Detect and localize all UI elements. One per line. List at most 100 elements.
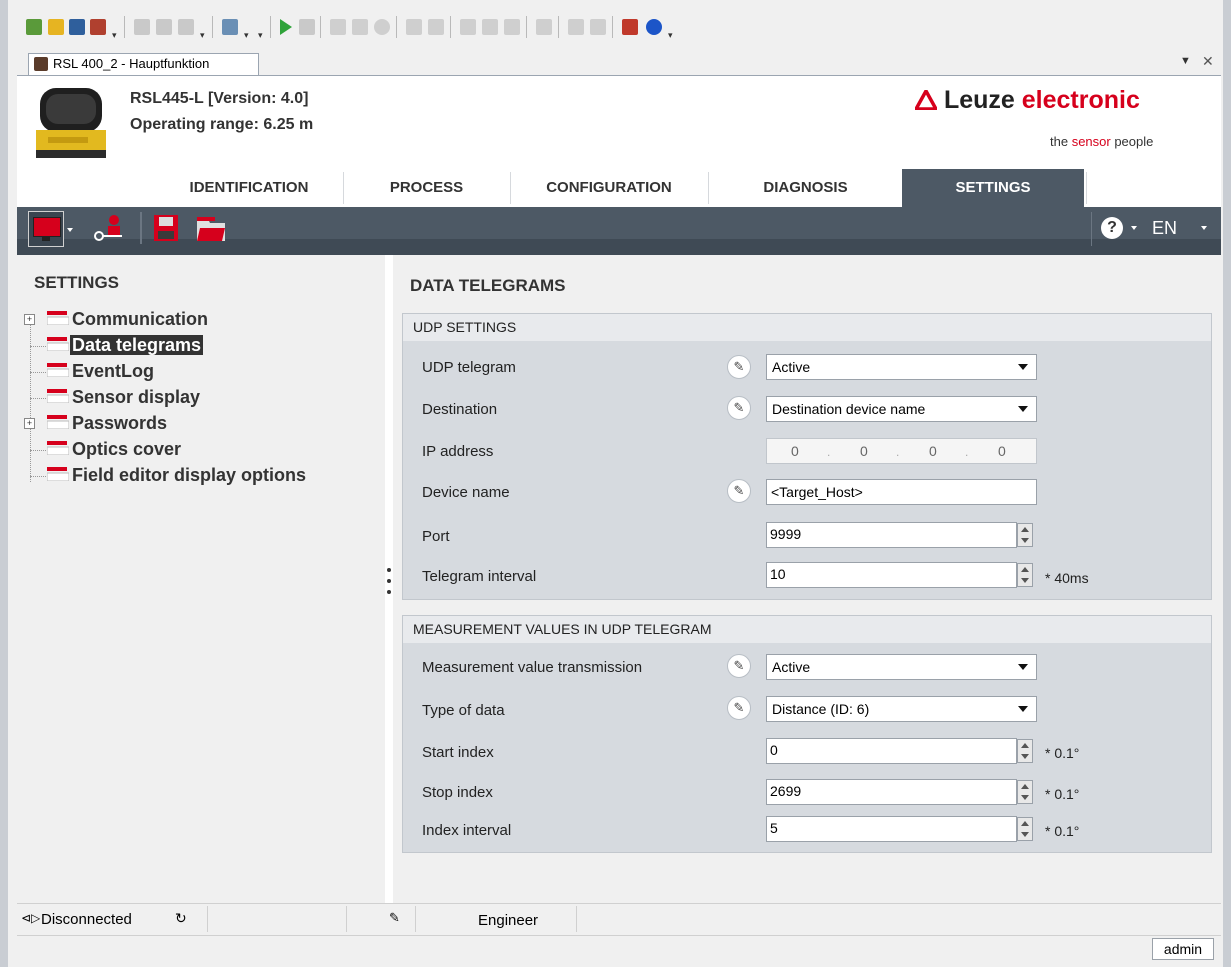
start-index-stepper[interactable] [1017,739,1033,763]
tree-item-label: Data telegrams [70,335,204,355]
edit-mode-icon: ✎ [389,910,400,925]
udp-telegram-label: UDP telegram [422,359,516,376]
select-value: Active [772,659,811,675]
folder-icon [46,415,70,430]
status-separator [207,906,208,932]
search-icon[interactable] [568,19,584,35]
user-key-icon[interactable] [92,214,128,244]
telegram-interval-unit: * 40ms [1045,570,1089,586]
config-c-alt-icon[interactable] [482,19,498,35]
port-label: Port [422,528,450,545]
start-index-input[interactable]: 0 [766,738,1017,764]
index-interval-unit: * 0.1° [1045,823,1080,839]
tab-settings[interactable]: SETTINGS [902,169,1084,207]
chevron-down-icon[interactable] [1131,226,1137,230]
tree-item-data-telegrams[interactable]: Data telegrams [70,335,204,356]
language-selector[interactable]: EN [1152,218,1177,239]
gear-icon[interactable] [590,19,606,35]
view-layout-icon[interactable] [222,19,238,35]
stop-index-input[interactable]: 2699 [766,779,1017,805]
current-user: admin [1152,938,1214,960]
operating-range: Operating range: 6.25 m [130,116,314,133]
device-icon[interactable] [536,19,552,35]
close-icon[interactable]: ✕ [1202,53,1214,70]
tab-configuration[interactable]: CONFIGURATION [511,169,707,207]
type-of-data-select[interactable]: Distance (ID: 6) [766,696,1037,722]
monitor-icon[interactable] [28,211,64,247]
edit-pencil-icon[interactable]: ✎ [727,696,751,720]
upload-arrow-icon[interactable] [330,19,346,35]
index-interval-input[interactable]: 5 [766,816,1017,842]
open-settings-icon[interactable] [196,214,226,242]
device-name-input[interactable]: <Target_Host> [766,479,1037,505]
window-status-bar [17,935,1221,964]
device-name: RSL445-L [Version: 4.0] [130,90,309,107]
edit-pencil-icon[interactable]: ✎ [727,355,751,379]
document-tab-label: RSL 400_2 - Hauptfunktion [53,56,210,71]
toolbar-overflow-icon[interactable]: ▾ [668,30,673,41]
stop-icon[interactable] [374,19,390,35]
copy-icon[interactable] [156,19,172,35]
tab-identification[interactable]: IDENTIFICATION [156,169,342,207]
wrench-icon[interactable] [504,19,520,35]
connect-icon[interactable] [622,19,638,35]
tab-diagnosis[interactable]: DIAGNOSIS [709,169,902,207]
destination-select[interactable]: Destination device name [766,396,1037,422]
question-circle-icon[interactable]: ? [1101,217,1123,239]
toolbar-overflow-icon[interactable]: ▾ [112,30,117,41]
input-value: 9999 [770,526,802,542]
udp-telegram-select[interactable]: Active [766,354,1037,380]
config-c-icon[interactable] [460,19,476,35]
tree-item-communication[interactable]: Communication [72,309,208,330]
stop-index-stepper[interactable] [1017,780,1033,804]
expand-toggle-icon[interactable]: + [24,418,35,429]
refresh-icon[interactable]: ↻ [175,910,187,927]
measurement-transmission-select[interactable]: Active [766,654,1037,680]
toolbar-separator [320,16,321,38]
chevron-down-icon[interactable] [67,228,73,232]
index-interval-stepper[interactable] [1017,817,1033,841]
select-value: Distance (ID: 6) [772,701,870,717]
param-p-alt-icon[interactable] [428,19,444,35]
tree-item-eventlog[interactable]: EventLog [72,361,154,382]
play-icon[interactable] [280,19,292,35]
tab-process[interactable]: PROCESS [344,169,509,207]
tree-guide-line [30,372,46,373]
save-settings-icon[interactable] [153,214,179,242]
edit-pencil-icon[interactable]: ✎ [727,396,751,420]
paste-icon[interactable] [178,19,194,35]
tree-item-sensor-display[interactable]: Sensor display [72,387,200,408]
new-document-icon[interactable] [26,19,42,35]
chevron-up-icon [1021,743,1029,748]
pause-icon[interactable] [299,19,315,35]
cut-icon[interactable] [134,19,150,35]
tree-item-passwords[interactable]: Passwords [72,413,167,434]
port-stepper[interactable] [1017,523,1033,547]
telegram-interval-stepper[interactable] [1017,563,1033,587]
tree-item-field-editor-display-options[interactable]: Field editor display options [72,465,306,486]
toolbar-overflow-icon[interactable]: ▾ [200,30,205,41]
expand-toggle-icon[interactable]: + [24,314,35,325]
ip-dot: . [827,445,831,459]
chevron-down-icon[interactable]: ▼ [1180,55,1191,67]
toolbar-overflow-icon[interactable]: ▾ [258,30,263,41]
download-arrow-icon[interactable] [352,19,368,35]
chevron-down-icon[interactable] [1201,226,1207,230]
tagline-post: people [1110,134,1154,149]
port-input[interactable]: 9999 [766,522,1017,548]
info-icon[interactable] [646,19,662,35]
open-folder-icon[interactable] [48,19,64,35]
param-p-icon[interactable] [406,19,422,35]
chevron-down-icon[interactable]: ▾ [244,30,249,41]
splitter-grip-icon[interactable] [385,565,393,601]
save-icon[interactable] [69,19,85,35]
chevron-down-icon [1021,795,1029,800]
tree-item-optics-cover[interactable]: Optics cover [72,439,181,460]
input-value: 2699 [770,783,802,799]
telegram-interval-input[interactable]: 10 [766,562,1017,588]
edit-pencil-icon[interactable]: ✎ [727,654,751,678]
upload-icon[interactable] [90,19,106,35]
edit-pencil-icon[interactable]: ✎ [727,479,751,503]
ip-dot: . [896,445,900,459]
select-value: Active [772,359,811,375]
